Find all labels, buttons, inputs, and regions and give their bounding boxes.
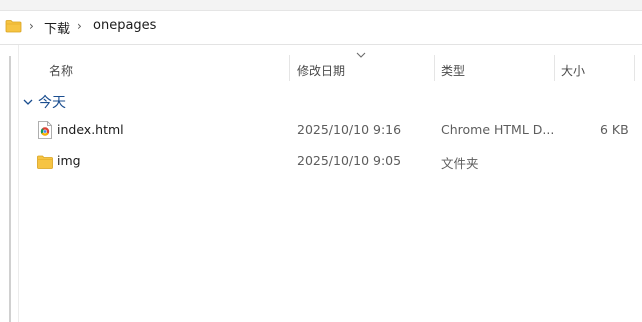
column-header-type[interactable]: 类型: [441, 62, 465, 79]
column-header: 名称 修改日期 类型 大小: [19, 45, 642, 89]
file-type: Chrome HTML D...: [441, 122, 555, 137]
sort-caret-icon: [356, 52, 366, 58]
chevron-down-icon[interactable]: [22, 96, 34, 108]
column-divider[interactable]: [289, 55, 290, 81]
chevron-right-icon[interactable]: ›: [77, 19, 82, 33]
column-divider[interactable]: [434, 55, 435, 81]
chevron-right-icon[interactable]: ›: [29, 19, 34, 33]
folder-icon: [5, 20, 22, 33]
column-header-size[interactable]: 大小: [561, 62, 585, 79]
column-header-modified[interactable]: 修改日期: [297, 62, 345, 79]
file-size: 6 KB: [600, 122, 629, 137]
column-divider[interactable]: [634, 55, 635, 81]
file-name[interactable]: img: [57, 153, 81, 168]
file-type: 文件夹: [441, 156, 479, 171]
file-modified: 2025/10/10 9:16: [297, 122, 402, 137]
group-header-today[interactable]: 今天: [22, 91, 66, 113]
group-label: 今天: [38, 95, 66, 111]
file-row-index-html[interactable]: index.html 2025/10/10 9:16 Chrome HTML D…: [30, 115, 642, 145]
breadcrumb-item-downloads[interactable]: 下载: [44, 18, 70, 37]
column-divider[interactable]: [554, 55, 555, 81]
folder-icon: [37, 155, 53, 169]
title-strip: [0, 0, 642, 11]
file-row-img[interactable]: img 2025/10/10 9:05 文件夹: [30, 146, 642, 176]
file-explorer-window: › 下载 › onepages 名称 修改日期 类型 大小 今天 index.h…: [0, 0, 642, 322]
scrollbar-track[interactable]: [9, 56, 11, 322]
file-name[interactable]: index.html: [57, 122, 124, 137]
file-modified: 2025/10/10 9:05: [297, 153, 402, 168]
column-header-name[interactable]: 名称: [49, 62, 73, 79]
breadcrumb-item-onepages[interactable]: onepages: [93, 18, 156, 33]
address-bar[interactable]: › 下载 › onepages: [0, 11, 642, 45]
chrome-html-file-icon: [38, 121, 52, 139]
